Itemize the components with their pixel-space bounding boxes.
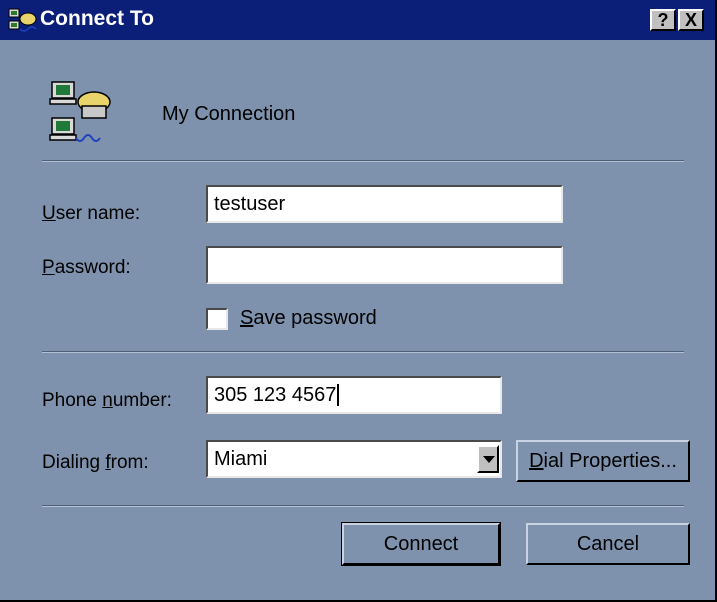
connection-name: My Connection bbox=[162, 103, 296, 125]
connect-to-dialog: Connect To ? X My Connection User name: … bbox=[0, 0, 717, 602]
save-password-label[interactable]: Save password bbox=[240, 307, 377, 330]
password-label: Password: bbox=[42, 257, 131, 278]
title-bar[interactable]: Connect To ? X bbox=[0, 0, 715, 40]
close-button[interactable]: X bbox=[678, 9, 704, 31]
dial-up-icon bbox=[8, 8, 37, 32]
connect-button[interactable]: Connect bbox=[341, 522, 501, 566]
username-label: User name: bbox=[42, 203, 141, 224]
dial-properties-button[interactable]: Dial Properties... bbox=[516, 440, 690, 482]
dialing-from-select[interactable]: Miami bbox=[206, 440, 502, 478]
window-title: Connect To bbox=[40, 7, 154, 30]
connection-icon bbox=[49, 81, 111, 142]
dropdown-arrow-icon[interactable] bbox=[477, 445, 499, 473]
divider bbox=[42, 505, 684, 507]
divider bbox=[42, 351, 684, 353]
text-caret bbox=[337, 384, 340, 406]
username-field[interactable]: testuser bbox=[206, 185, 563, 223]
save-password-checkbox[interactable] bbox=[206, 308, 228, 330]
cancel-button[interactable]: Cancel bbox=[526, 523, 690, 565]
password-field[interactable] bbox=[206, 246, 563, 284]
phone-number-label: Phone number: bbox=[42, 390, 172, 411]
divider bbox=[42, 160, 684, 162]
help-button[interactable]: ? bbox=[650, 9, 676, 31]
phone-number-field[interactable]: 305 123 4567 bbox=[206, 376, 502, 414]
dialing-from-label: Dialing from: bbox=[42, 452, 149, 473]
